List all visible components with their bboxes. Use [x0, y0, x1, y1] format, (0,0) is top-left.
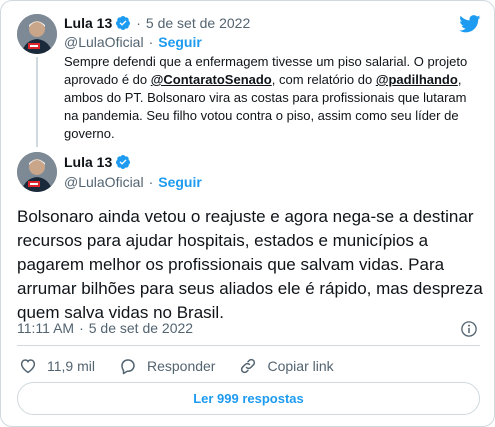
reply-label: Responder [146, 358, 216, 374]
tweet-date[interactable]: 5 de set de 2022 [146, 15, 250, 31]
main-handle-row: @LulaOficial · Seguir [64, 174, 202, 190]
avatar[interactable] [17, 152, 57, 192]
quoted-author-row: Lula 13 · 5 de set de 2022 [64, 15, 251, 31]
link-icon [241, 358, 256, 374]
author-name[interactable]: Lula 13 [64, 15, 112, 31]
twitter-logo-icon[interactable] [459, 15, 481, 33]
copy-link-button[interactable]: Copiar link [239, 357, 334, 375]
read-replies-button[interactable]: Ler 999 respostas [17, 382, 480, 415]
main-author-row: Lula 13 [64, 154, 131, 170]
tweet-time: 11:11 AM [17, 320, 75, 336]
verified-badge-icon [116, 16, 131, 30]
likes-count: 11,9 mil [47, 358, 95, 374]
follow-button[interactable]: Seguir [158, 174, 202, 190]
author-handle[interactable]: @LulaOficial [64, 34, 144, 50]
heart-icon [20, 359, 36, 374]
follow-button[interactable]: Seguir [158, 34, 202, 50]
divider [17, 345, 480, 346]
quoted-tweet-text: Sempre defendi que a enfermagem tivesse … [64, 54, 468, 141]
author-handle[interactable]: @LulaOficial [64, 174, 144, 190]
verified-badge-icon [116, 155, 131, 169]
mention-link[interactable]: @ContaratoSenado [151, 72, 272, 87]
quoted-handle-row: @LulaOficial · Seguir [64, 34, 202, 50]
reply-button[interactable]: Responder [119, 357, 216, 375]
action-bar: 11,9 mil Responder Copiar link [19, 357, 358, 375]
avatar[interactable] [17, 14, 57, 54]
mention-link[interactable]: @padilhando [376, 72, 458, 87]
author-name[interactable]: Lula 13 [64, 154, 112, 170]
tweet-text: Bolsonaro ainda vetou o reajuste e agora… [17, 207, 483, 322]
tweet-timestamp[interactable]: 11:11 AM · 5 de set de 2022 [17, 320, 193, 336]
tweet-date: 5 de set de 2022 [88, 320, 194, 336]
tweet-embed-card: Lula 13 · 5 de set de 2022 @LulaOficial … [0, 0, 495, 427]
like-button[interactable]: 11,9 mil [19, 357, 95, 375]
thread-connector [36, 57, 38, 147]
copy-link-label: Copiar link [267, 358, 334, 374]
info-icon[interactable] [460, 320, 478, 338]
reply-icon [121, 359, 135, 375]
